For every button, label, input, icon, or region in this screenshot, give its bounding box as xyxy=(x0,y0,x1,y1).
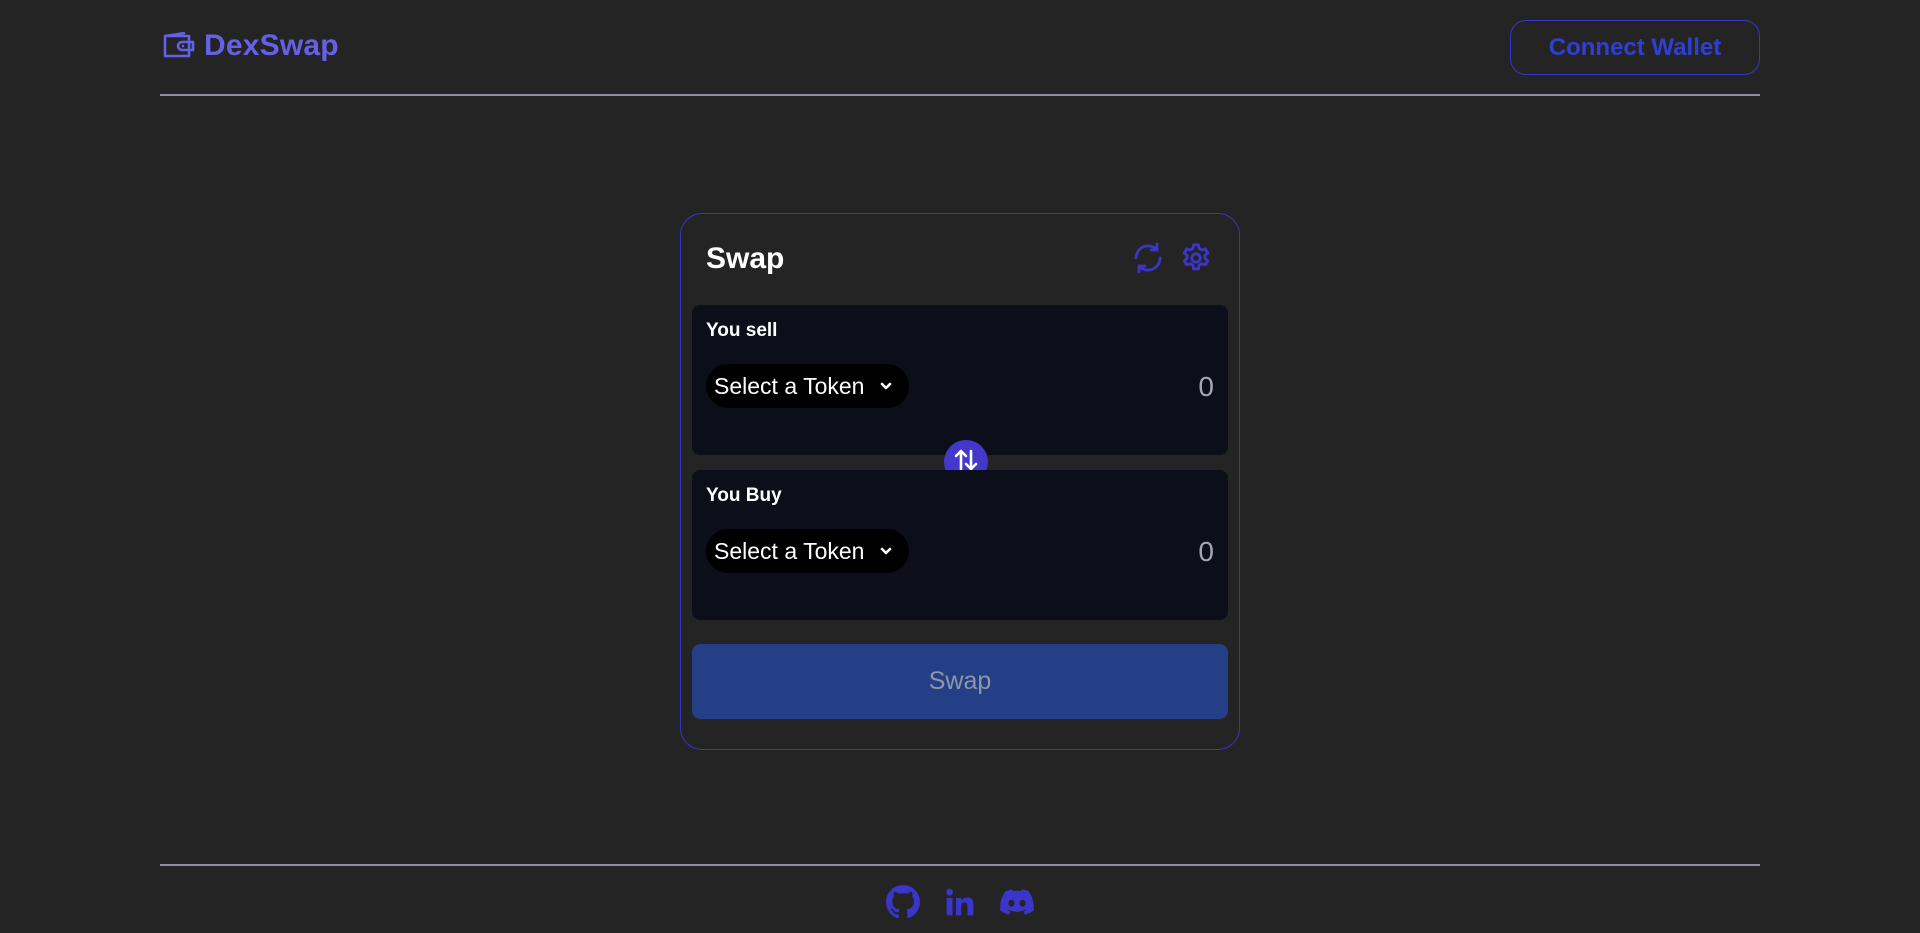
brand-logo[interactable]: DexSwap xyxy=(162,29,339,63)
chevron-down-icon xyxy=(877,377,895,395)
social-links xyxy=(885,884,1035,920)
brand-name: DexSwap xyxy=(204,29,339,62)
buy-amount-input[interactable]: 0 xyxy=(1198,536,1214,568)
gear-icon[interactable] xyxy=(1179,241,1213,275)
swap-button[interactable]: Swap xyxy=(692,644,1228,719)
buy-token-select-label: Select a Token xyxy=(714,537,865,564)
sell-label: You sell xyxy=(706,320,778,341)
linkedin-icon[interactable] xyxy=(942,884,978,920)
wallet-icon xyxy=(162,29,196,63)
sell-token-select[interactable]: Select a Token xyxy=(706,364,909,408)
swap-card-title: Swap xyxy=(706,242,785,275)
sell-token-select-label: Select a Token xyxy=(714,372,865,399)
footer xyxy=(160,864,1760,933)
swap-card: Swap You sell Select a Token 0 You Buy S… xyxy=(680,213,1240,750)
header: DexSwap Connect Wallet xyxy=(160,0,1760,96)
refresh-icon[interactable] xyxy=(1131,241,1165,275)
app-root: DexSwap Connect Wallet Swap You sell Sel… xyxy=(0,0,1920,933)
buy-panel: You Buy Select a Token 0 xyxy=(692,470,1228,620)
chevron-down-icon xyxy=(877,542,895,560)
sell-amount-input[interactable]: 0 xyxy=(1198,371,1214,403)
connect-wallet-button[interactable]: Connect Wallet xyxy=(1510,20,1760,75)
buy-label: You Buy xyxy=(706,485,782,506)
discord-icon[interactable] xyxy=(999,884,1035,920)
buy-token-select[interactable]: Select a Token xyxy=(706,529,909,573)
github-icon[interactable] xyxy=(885,884,921,920)
sell-panel: You sell Select a Token 0 xyxy=(692,305,1228,455)
card-actions xyxy=(1131,241,1213,275)
